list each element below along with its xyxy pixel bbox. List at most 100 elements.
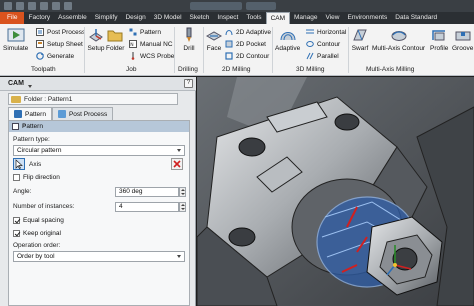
collapse-icon[interactable]: » xyxy=(22,122,185,129)
tab-post-process[interactable]: Post Process xyxy=(51,107,114,120)
tab-data-standard[interactable]: Data Standard xyxy=(391,12,441,24)
cam-panel-header: CAM ? xyxy=(0,77,196,91)
horizontal-label: Horizontal xyxy=(317,28,347,36)
multi-axis-contour-icon xyxy=(391,31,407,41)
parallel-button[interactable]: Parallel xyxy=(306,52,339,60)
swarf-button[interactable]: Swarf xyxy=(351,27,369,52)
chevron-down-icon[interactable] xyxy=(26,83,32,90)
bolt-hole xyxy=(238,137,266,157)
setup-sheet-icon xyxy=(36,40,44,48)
clear-selection-icon[interactable] xyxy=(171,158,183,170)
generate-icon xyxy=(36,52,44,60)
redo-icon[interactable] xyxy=(64,2,72,10)
pattern-group-header[interactable]: Pattern » xyxy=(9,121,189,132)
keep-original-checkbox[interactable]: Keep original xyxy=(13,230,61,237)
bolt-hole xyxy=(334,113,360,131)
adaptive-button[interactable]: Adaptive xyxy=(275,27,300,52)
post-process-tab-icon xyxy=(57,110,66,118)
flip-direction-checkbox[interactable]: Flip direction xyxy=(13,174,60,181)
ribbon: Simulate Post Process Setup Sheet Genera… xyxy=(0,24,474,76)
setup-button[interactable]: Setup xyxy=(87,27,105,52)
axis-select-button[interactable] xyxy=(13,158,25,170)
tab-sketch[interactable]: Sketch xyxy=(186,12,214,24)
adaptive-label: Adaptive xyxy=(275,45,301,52)
flip-direction-box xyxy=(13,174,20,181)
wcs-probe-button[interactable]: WCS Probe xyxy=(129,52,174,60)
axis-label: Axis xyxy=(29,161,42,168)
2d-contour-button[interactable]: 2D Contour xyxy=(225,52,269,60)
tab-tools[interactable]: Tools xyxy=(242,12,265,24)
equal-spacing-label: Equal spacing xyxy=(23,217,64,224)
chevron-down-icon xyxy=(177,149,181,152)
tab-simplify[interactable]: Simplify xyxy=(91,12,122,24)
pattern-type-select[interactable]: Circular pattern xyxy=(13,145,185,156)
tab-environments[interactable]: Environments xyxy=(344,12,392,24)
operation-order-select[interactable]: Order by tool xyxy=(13,251,185,262)
face-button[interactable]: Face xyxy=(205,27,223,52)
groove-icon xyxy=(455,31,471,41)
groove-button[interactable]: Groove xyxy=(452,27,473,52)
save-icon[interactable] xyxy=(40,2,48,10)
flip-direction-label: Flip direction xyxy=(23,174,60,181)
tab-view[interactable]: View xyxy=(322,12,344,24)
equal-spacing-checkbox[interactable]: Equal spacing xyxy=(13,217,64,224)
multi-axis-contour-button[interactable]: Multi-Axis Contour xyxy=(372,27,425,52)
post-process-button[interactable]: Post Process xyxy=(36,28,85,36)
drill-button[interactable]: Drill xyxy=(180,27,198,52)
help-button[interactable]: ? xyxy=(184,79,193,88)
pattern-type-value: Circular pattern xyxy=(17,147,62,154)
tab-file[interactable]: File xyxy=(0,12,25,24)
swarf-label: Swarf xyxy=(351,45,369,52)
ribbon-separator xyxy=(348,27,349,73)
tab-pattern[interactable]: Pattern xyxy=(8,107,52,120)
2d-pocket-button[interactable]: 2D Pocket xyxy=(225,40,266,48)
profile-button[interactable]: Profile xyxy=(430,27,448,52)
app-icon[interactable] xyxy=(4,2,12,10)
multi-axis-contour-label: Multi-Axis Contour xyxy=(372,45,426,52)
2d-adaptive-button[interactable]: 2D Adaptive xyxy=(225,28,271,36)
wcs-probe-label: WCS Probe xyxy=(140,52,175,60)
tab-assemble[interactable]: Assemble xyxy=(54,12,91,24)
angle-input[interactable]: 360 deg xyxy=(115,187,179,197)
open-icon[interactable] xyxy=(28,2,36,10)
parallel-label: Parallel xyxy=(317,52,339,60)
pattern-button[interactable]: Pattern xyxy=(129,28,161,36)
swarf-icon xyxy=(353,29,367,41)
cam-panel: CAM ? Folder : Pattern1 Pattern Post Pro… xyxy=(0,77,196,306)
instances-input[interactable]: 4 xyxy=(115,202,179,212)
2d-contour-label: 2D Contour xyxy=(236,52,270,60)
generate-label: Generate xyxy=(47,52,75,60)
cam-model-view[interactable] xyxy=(197,77,474,306)
tab-manage[interactable]: Manage xyxy=(290,12,322,24)
svg-text:N: N xyxy=(130,42,133,48)
drill-icon xyxy=(186,27,192,42)
horizontal-button[interactable]: Horizontal xyxy=(306,28,346,36)
chevron-down-icon xyxy=(177,255,181,258)
tab-inspect[interactable]: Inspect xyxy=(213,12,242,24)
parallel-icon xyxy=(306,52,314,60)
simulate-button[interactable]: Simulate xyxy=(3,27,28,52)
generate-button[interactable]: Generate xyxy=(36,52,74,60)
ribbon-tabs: File Factory Assemble Simplify Design 3D… xyxy=(0,12,441,24)
undo-icon[interactable] xyxy=(52,2,60,10)
face-icon xyxy=(205,31,223,41)
tab-3d-model[interactable]: 3D Model xyxy=(150,12,186,24)
pattern-type-label: Pattern type: xyxy=(13,136,50,143)
setup-sheet-button[interactable]: Setup Sheet xyxy=(36,40,83,48)
tab-cam[interactable]: CAM xyxy=(265,12,291,24)
panel-tabs: Pattern Post Process xyxy=(8,107,114,120)
graphics-viewport[interactable] xyxy=(197,77,474,306)
folder-button[interactable]: Folder xyxy=(106,27,124,52)
new-icon[interactable] xyxy=(16,2,24,10)
contour-button[interactable]: Contour xyxy=(306,40,340,48)
material-dropdown[interactable] xyxy=(190,2,242,10)
instances-spinner[interactable] xyxy=(179,202,186,212)
folder-icon xyxy=(107,30,123,42)
pattern-icon xyxy=(129,28,137,36)
angle-spinner[interactable] xyxy=(179,187,186,197)
tab-factory[interactable]: Factory xyxy=(24,12,54,24)
manual-nc-button[interactable]: N Manual NC xyxy=(129,40,173,48)
tab-design[interactable]: Design xyxy=(121,12,149,24)
appearance-dropdown[interactable] xyxy=(246,2,276,10)
ribbon-separator xyxy=(203,27,204,73)
